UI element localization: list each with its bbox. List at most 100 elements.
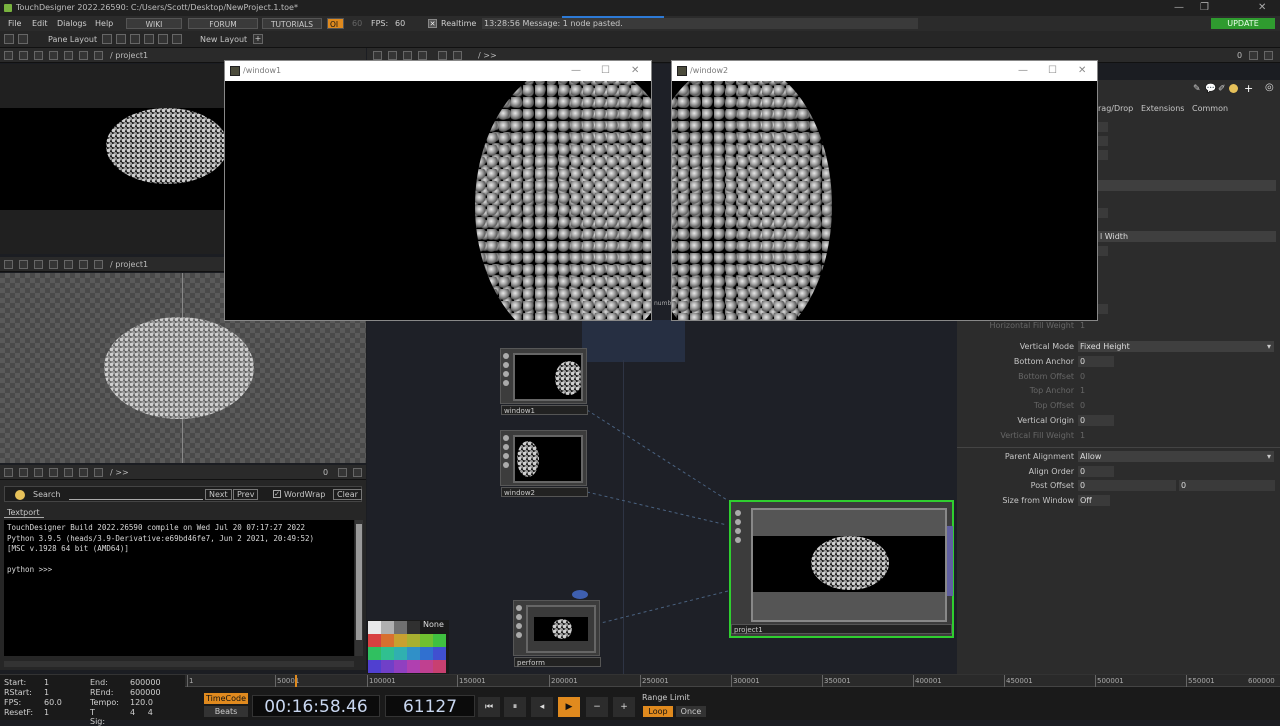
node-label[interactable]: window1 [501,405,588,415]
once-button[interactable]: Once [676,706,706,717]
layout-split-v-icon[interactable] [130,34,140,44]
param-dropdown[interactable] [1098,180,1276,191]
close-icon[interactable]: ✕ [631,61,639,81]
forum-button[interactable]: FORUM [188,18,258,29]
color-swatch[interactable] [394,634,407,647]
pane-stop-icon[interactable] [19,468,28,477]
window-window1[interactable]: /window1 — ☐ ✕ [224,60,652,321]
pane-menu-icon[interactable] [373,51,382,60]
split-pane-icon[interactable] [353,468,362,477]
vertical-mode-dropdown[interactable]: Fixed Height [1078,341,1274,352]
bookmark-star-icon[interactable] [79,51,88,60]
color-swatch[interactable] [407,621,420,634]
back-icon[interactable] [34,468,43,477]
add-icon[interactable] [438,51,447,60]
prev-button[interactable]: Prev [233,489,259,500]
color-swatch[interactable] [420,660,433,673]
bookmark-star-icon[interactable] [79,468,88,477]
timecode-mode-button[interactable]: TimeCode [204,693,248,704]
maximize-icon[interactable]: ☐ [1048,61,1057,81]
next-button[interactable]: Next [205,489,232,500]
size-from-window-toggle[interactable]: Off [1078,495,1110,506]
playhead[interactable] [295,675,297,687]
console-hscrollbar[interactable] [4,661,354,667]
param-value[interactable]: 0 [1078,415,1114,426]
param-field[interactable] [1098,136,1108,146]
tab-common[interactable]: Common [1192,104,1228,113]
menu-file[interactable]: File [8,16,21,31]
pane-stop-icon[interactable] [388,51,397,60]
param-value-2[interactable]: 0 [1179,480,1275,491]
node-perform[interactable]: perform [513,600,601,667]
clear-button[interactable]: Clear [333,489,362,500]
color-swatch[interactable] [381,660,394,673]
bookmark-star-icon[interactable] [79,260,88,269]
param-field[interactable] [1098,208,1108,218]
realtime-checkbox[interactable]: ✕ [428,19,437,28]
tab-extensions[interactable]: Extensions [1141,104,1184,113]
play-icon[interactable]: ▶ [558,697,580,717]
add-icon[interactable] [64,468,73,477]
node-window2[interactable]: window2 [500,430,588,497]
search-input[interactable] [69,490,203,500]
frame-display[interactable]: 61127 [385,695,475,717]
beats-mode-button[interactable]: Beats [204,706,248,717]
pane-stop-icon[interactable] [19,51,28,60]
color-swatch[interactable] [433,647,446,660]
pause-icon[interactable]: ⏸ [504,697,526,717]
node-connector[interactable] [947,526,953,596]
network-icon[interactable] [18,34,28,44]
minimize-icon[interactable]: — [1018,61,1028,81]
layout-single-icon[interactable] [102,34,112,44]
add-icon[interactable] [64,260,73,269]
layout-split-h-icon[interactable] [116,34,126,44]
add-icon[interactable]: + [1244,82,1253,95]
viewer-pane-top[interactable] [0,64,226,254]
maximize-icon[interactable]: ☐ [601,61,610,81]
menu-edit[interactable]: Edit [32,16,48,31]
bookmark-star-icon[interactable] [453,51,462,60]
param-value[interactable]: 0 [1078,356,1114,367]
console-scroll-thumb[interactable] [356,524,362,640]
back-icon[interactable] [34,260,43,269]
minimize-icon[interactable]: — [571,61,581,81]
color-swatch[interactable] [381,621,394,634]
target-icon[interactable]: ◎ [1265,82,1274,93]
window-titlebar[interactable]: /window2 — ☐ ✕ [672,61,1097,81]
param-field[interactable] [1098,150,1108,160]
brush-icon[interactable]: ✐ [1218,84,1226,94]
color-swatch[interactable] [381,634,394,647]
timeline-ruler[interactable]: 1 50001 100001 150001 200001 250001 3000… [185,675,1280,687]
timecode-display[interactable]: 00:16:58.46 [252,695,380,717]
param-field[interactable] [1098,246,1108,256]
color-swatch[interactable] [394,647,407,660]
split-pane-icon[interactable] [1264,51,1273,60]
tab-drag-drop[interactable]: rag/Drop [1098,104,1133,113]
maximize-icon[interactable]: ❐ [1200,0,1209,16]
add-icon[interactable] [64,51,73,60]
step-plus-icon[interactable]: + [613,697,635,717]
pencil-icon[interactable]: ✎ [1193,84,1201,94]
window-window2[interactable]: /window2 — ☐ ✕ [671,60,1098,321]
color-swatch[interactable] [394,660,407,673]
param-field[interactable] [1098,304,1108,314]
layout-grid-icon[interactable] [172,34,182,44]
color-swatch[interactable] [433,660,446,673]
param-value[interactable]: 0 [1078,480,1176,491]
menu-help[interactable]: Help [95,16,113,31]
node-label[interactable]: window2 [501,487,588,497]
pane-menu-icon[interactable] [4,260,13,269]
minimize-icon[interactable]: — [1174,0,1184,16]
color-swatch[interactable] [394,621,407,634]
color-swatch[interactable] [368,647,381,660]
close-icon[interactable]: ✕ [1078,61,1086,81]
param-field[interactable] [1098,122,1108,132]
loop-button[interactable]: Loop [643,706,673,717]
color-swatch[interactable] [368,660,381,673]
color-swatch[interactable] [433,634,446,647]
menu-dialogs[interactable]: Dialogs [57,16,87,31]
step-minus-icon[interactable]: − [586,697,608,717]
node-flags[interactable] [503,435,511,471]
pane-stop-icon[interactable] [19,260,28,269]
console-scrollbar[interactable] [355,520,363,656]
